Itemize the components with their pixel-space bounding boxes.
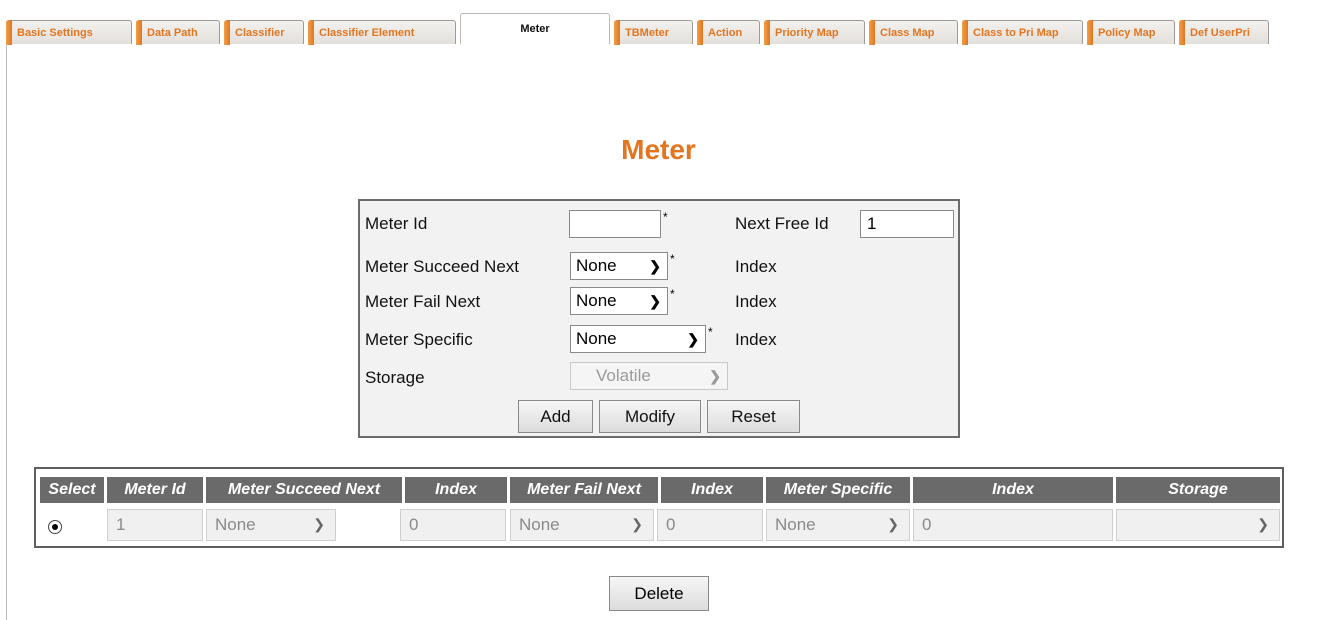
tab-action[interactable]: Action [697, 20, 760, 45]
fail-index-label: Index [735, 292, 777, 311]
add-button[interactable]: Add [518, 400, 593, 433]
tab-basic-settings[interactable]: Basic Settings [6, 20, 132, 45]
succeed-next-value: None [576, 256, 617, 275]
succeed-next-select[interactable]: None ❯ [570, 252, 668, 280]
tab-class-map[interactable]: Class Map [869, 20, 958, 45]
specific-select[interactable]: None ❯ [570, 325, 706, 353]
required-mark: * [708, 325, 713, 339]
row-specific-value: None [775, 515, 816, 534]
column-header-succeed-next: Meter Succeed Next [206, 477, 402, 503]
chevron-down-icon: ❯ [313, 516, 325, 532]
row-storage-select: ❯ [1116, 509, 1280, 541]
fail-next-value: None [576, 291, 617, 310]
fail-next-label: Meter Fail Next [365, 292, 481, 311]
row-specific-select: None ❯ [766, 509, 910, 541]
tab-data-path[interactable]: Data Path [136, 20, 220, 45]
fail-next-select[interactable]: None ❯ [570, 287, 668, 315]
column-header-index: Index [661, 477, 763, 503]
delete-button[interactable]: Delete [609, 576, 709, 611]
tab-class-to-pri-map[interactable]: Class to Pri Map [962, 20, 1083, 45]
page-title: Meter [621, 134, 696, 165]
tab-priority-map[interactable]: Priority Map [764, 20, 865, 45]
row-fail-index: 0 [657, 509, 763, 541]
tab-policy-map[interactable]: Policy Map [1087, 20, 1175, 45]
chevron-down-icon: ❯ [887, 516, 899, 532]
column-header-index: Index [405, 477, 507, 503]
meter-id-input[interactable] [569, 210, 661, 238]
next-free-id-label: Next Free Id [735, 214, 829, 233]
chevron-down-icon: ❯ [709, 368, 721, 384]
storage-value: Volatile [596, 366, 651, 385]
column-header-storage: Storage [1116, 477, 1280, 503]
storage-label: Storage [365, 368, 425, 387]
reset-button[interactable]: Reset [707, 400, 800, 433]
row-succeed-index: 0 [400, 509, 506, 541]
required-mark: * [670, 252, 675, 266]
required-mark: * [663, 210, 668, 224]
row-fail-next-select: None ❯ [510, 509, 654, 541]
row-meter-id: 1 [107, 509, 203, 541]
row-succeed-next-value: None [215, 515, 256, 534]
tab-bar: Basic Settings Data Path Classifier Clas… [0, 0, 1317, 45]
specific-index-label: Index [735, 330, 777, 349]
row-succeed-next-select: None ❯ [206, 509, 336, 541]
tab-row: Basic Settings Data Path Classifier Clas… [6, 13, 1273, 45]
modify-button[interactable]: Modify [599, 400, 701, 433]
chevron-down-icon: ❯ [631, 516, 643, 532]
column-header-fail-next: Meter Fail Next [510, 477, 658, 503]
column-header-meter-id: Meter Id [107, 477, 203, 503]
specific-label: Meter Specific [365, 330, 473, 349]
chevron-down-icon: ❯ [1257, 516, 1269, 532]
next-free-id-input[interactable] [860, 210, 954, 238]
column-header-select: Select [40, 477, 104, 503]
tab-meter[interactable]: Meter [460, 13, 610, 44]
specific-value: None [576, 329, 617, 348]
tab-classifier[interactable]: Classifier [224, 20, 304, 45]
meter-id-label: Meter Id [365, 214, 428, 233]
row-fail-next-value: None [519, 515, 560, 534]
row-select-radio[interactable] [48, 520, 62, 534]
column-header-specific: Meter Specific [766, 477, 910, 503]
meter-table: Select Meter Id Meter Succeed Next Index… [34, 467, 1284, 548]
meter-form: Meter Id * Next Free Id Meter Succeed Ne… [358, 199, 960, 438]
tab-def-userpri[interactable]: Def UserPri [1179, 20, 1269, 45]
succeed-next-label: Meter Succeed Next [365, 257, 520, 276]
chevron-down-icon: ❯ [649, 293, 661, 309]
required-mark: * [670, 287, 675, 301]
succeed-index-label: Index [735, 257, 777, 276]
tab-tbmeter[interactable]: TBMeter [614, 20, 693, 45]
row-specific-index: 0 [913, 509, 1113, 541]
tab-classifier-element[interactable]: Classifier Element [308, 20, 456, 45]
content-left-border [6, 44, 7, 620]
storage-select: Volatile ❯ [570, 362, 728, 390]
chevron-down-icon: ❯ [687, 331, 699, 347]
column-header-index: Index [913, 477, 1113, 503]
chevron-down-icon: ❯ [649, 258, 661, 274]
